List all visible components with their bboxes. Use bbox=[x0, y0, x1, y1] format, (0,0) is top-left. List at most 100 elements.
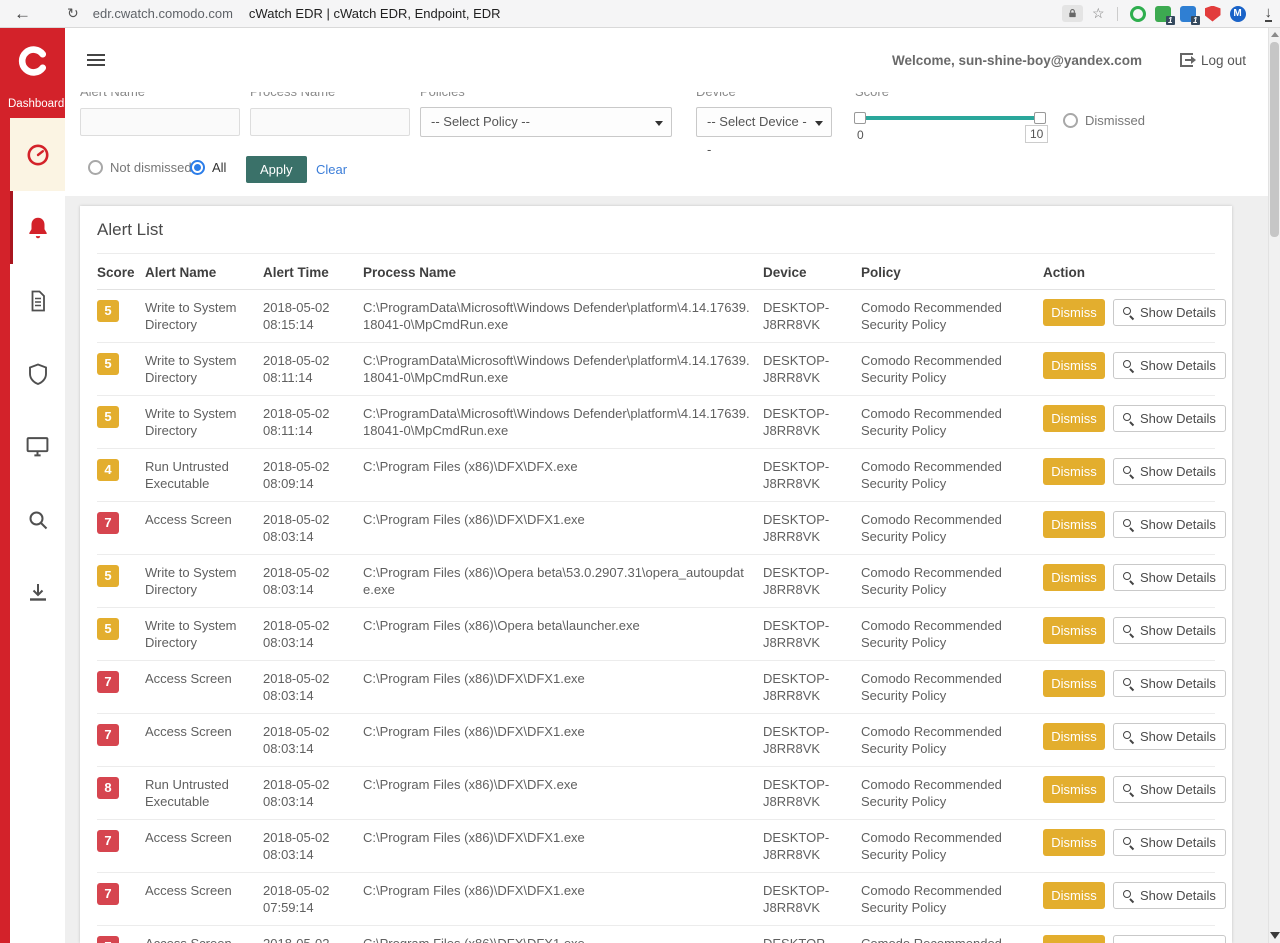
show-details-button[interactable]: Show Details bbox=[1113, 564, 1226, 591]
action-cell: Dismiss Show Details bbox=[1043, 829, 1226, 856]
alert-table-body: 5 Write to System Directory 2018-05-02 0… bbox=[97, 290, 1215, 943]
show-details-button[interactable]: Show Details bbox=[1113, 352, 1226, 379]
policy-cell: Comodo Recommended Security Policy bbox=[861, 352, 1043, 386]
device-select[interactable]: -- Select Device -- bbox=[696, 107, 832, 137]
device-cell: DESKTOP-J8RR8VK bbox=[763, 935, 861, 943]
clear-link[interactable]: Clear bbox=[316, 162, 347, 177]
dismiss-button[interactable]: Dismiss bbox=[1043, 670, 1105, 697]
extension-red-shield-icon[interactable] bbox=[1205, 6, 1221, 22]
dismiss-button[interactable]: Dismiss bbox=[1043, 935, 1105, 943]
magnifier-icon bbox=[1123, 784, 1134, 795]
alert-time-cell: 2018-05-02 08:03:14 bbox=[263, 829, 363, 863]
dismiss-button[interactable]: Dismiss bbox=[1043, 617, 1105, 644]
extension-blue-icon[interactable]: 1 bbox=[1180, 6, 1196, 22]
score-cell: 7 bbox=[97, 829, 145, 852]
show-details-label: Show Details bbox=[1140, 888, 1216, 903]
scroll-up-icon[interactable] bbox=[1271, 32, 1279, 37]
action-cell: Dismiss Show Details bbox=[1043, 935, 1226, 943]
monitor-icon bbox=[25, 434, 50, 459]
dismiss-button[interactable]: Dismiss bbox=[1043, 882, 1105, 909]
show-details-button[interactable]: Show Details bbox=[1113, 617, 1226, 644]
score-badge: 4 bbox=[97, 459, 119, 481]
dismiss-button[interactable]: Dismiss bbox=[1043, 511, 1105, 538]
sidebar-item-reports[interactable] bbox=[10, 264, 65, 337]
alert-time: 08:03:14 bbox=[263, 687, 351, 704]
extension-adblock-icon[interactable] bbox=[1130, 6, 1146, 22]
apply-button[interactable]: Apply bbox=[246, 156, 307, 183]
alert-date: 2018-05-02 bbox=[263, 299, 351, 316]
dismiss-button[interactable]: Dismiss bbox=[1043, 299, 1105, 326]
not-dismissed-radio-label: Not dismissed bbox=[110, 160, 192, 175]
slider-handle-max[interactable] bbox=[1034, 112, 1046, 124]
alert-time: 08:03:14 bbox=[263, 634, 351, 651]
show-details-label: Show Details bbox=[1140, 411, 1216, 426]
score-slider[interactable] bbox=[855, 110, 1045, 124]
policy-cell: Comodo Recommended Security Policy bbox=[861, 458, 1043, 492]
downloads-icon[interactable]: ↓ bbox=[1265, 5, 1273, 22]
score-badge: 8 bbox=[97, 777, 119, 799]
address-bar-url[interactable]: edr.cwatch.comodo.com bbox=[93, 6, 233, 21]
alert-name-input[interactable] bbox=[80, 108, 240, 136]
show-details-button[interactable]: Show Details bbox=[1113, 405, 1226, 432]
show-details-button[interactable]: Show Details bbox=[1113, 935, 1226, 943]
alert-name-cell: Access Screen bbox=[145, 511, 263, 528]
bell-icon bbox=[25, 215, 51, 241]
sidebar-nav bbox=[10, 118, 65, 629]
reload-icon[interactable]: ↻ bbox=[67, 5, 79, 22]
column-header-device: Device bbox=[763, 265, 861, 280]
bookmark-star-icon[interactable]: ☆ bbox=[1092, 5, 1105, 22]
sidebar-item-alerts[interactable] bbox=[10, 191, 65, 264]
sidebar-item-dashboard[interactable] bbox=[10, 118, 65, 191]
sidebar-item-devices[interactable] bbox=[10, 410, 65, 483]
device-cell: DESKTOP-J8RR8VK bbox=[763, 829, 861, 863]
slider-handle-min[interactable] bbox=[854, 112, 866, 124]
show-details-button[interactable]: Show Details bbox=[1113, 511, 1226, 538]
scrollbar-thumb[interactable] bbox=[1270, 42, 1279, 237]
alert-date: 2018-05-02 bbox=[263, 617, 351, 634]
score-cell: 7 bbox=[97, 882, 145, 905]
policy-cell: Comodo Recommended Security Policy bbox=[861, 670, 1043, 704]
action-cell: Dismiss Show Details bbox=[1043, 405, 1226, 432]
policy-select[interactable]: -- Select Policy -- bbox=[420, 107, 672, 137]
process-name-input[interactable] bbox=[250, 108, 410, 136]
dismiss-button[interactable]: Dismiss bbox=[1043, 829, 1105, 856]
logout-button[interactable]: Log out bbox=[1180, 53, 1246, 68]
sidebar-item-policies[interactable] bbox=[10, 337, 65, 410]
sidebar-item-investigate[interactable] bbox=[10, 483, 65, 556]
magnifier-icon bbox=[1123, 678, 1134, 689]
sidebar-item-downloads[interactable] bbox=[10, 556, 65, 629]
dismiss-button[interactable]: Dismiss bbox=[1043, 564, 1105, 591]
show-details-button[interactable]: Show Details bbox=[1113, 882, 1226, 909]
dismiss-button[interactable]: Dismiss bbox=[1043, 458, 1105, 485]
alert-time-cell: 2018-05-02 08:03:14 bbox=[263, 511, 363, 545]
dismiss-button[interactable]: Dismiss bbox=[1043, 723, 1105, 750]
alert-time: 08:03:14 bbox=[263, 846, 351, 863]
show-details-button[interactable]: Show Details bbox=[1113, 299, 1226, 326]
show-details-button[interactable]: Show Details bbox=[1113, 670, 1226, 697]
column-header-score: Score bbox=[97, 265, 145, 280]
all-radio[interactable]: All bbox=[190, 160, 226, 175]
alert-date: 2018-05-02 bbox=[263, 670, 351, 687]
dismiss-button[interactable]: Dismiss bbox=[1043, 352, 1105, 379]
alert-time-cell: 2018-05-02 08:03:14 bbox=[263, 670, 363, 704]
show-details-button[interactable]: Show Details bbox=[1113, 829, 1226, 856]
extension-shield-icon[interactable]: 1 bbox=[1155, 6, 1171, 22]
security-lock-icon[interactable] bbox=[1062, 5, 1083, 22]
menu-icon[interactable] bbox=[87, 54, 105, 66]
extension-mail-icon[interactable]: M bbox=[1230, 6, 1246, 22]
back-icon[interactable]: ← bbox=[14, 4, 31, 24]
page-scrollbar[interactable] bbox=[1268, 28, 1280, 943]
table-row: 7 Access Screen 2018-05-02 07:59:14 C:\P… bbox=[97, 873, 1215, 926]
show-details-button[interactable]: Show Details bbox=[1113, 458, 1226, 485]
dismissed-radio[interactable]: Dismissed bbox=[1063, 113, 1145, 128]
not-dismissed-radio[interactable]: Not dismissed bbox=[88, 160, 192, 175]
logout-label: Log out bbox=[1201, 53, 1246, 68]
show-details-button[interactable]: Show Details bbox=[1113, 723, 1226, 750]
scroll-down-icon[interactable] bbox=[1270, 932, 1280, 939]
dismiss-button[interactable]: Dismiss bbox=[1043, 405, 1105, 432]
score-cell: 7 bbox=[97, 935, 145, 943]
show-details-button[interactable]: Show Details bbox=[1113, 776, 1226, 803]
comodo-logo[interactable] bbox=[0, 28, 65, 93]
score-badge: 7 bbox=[97, 671, 119, 693]
dismiss-button[interactable]: Dismiss bbox=[1043, 776, 1105, 803]
